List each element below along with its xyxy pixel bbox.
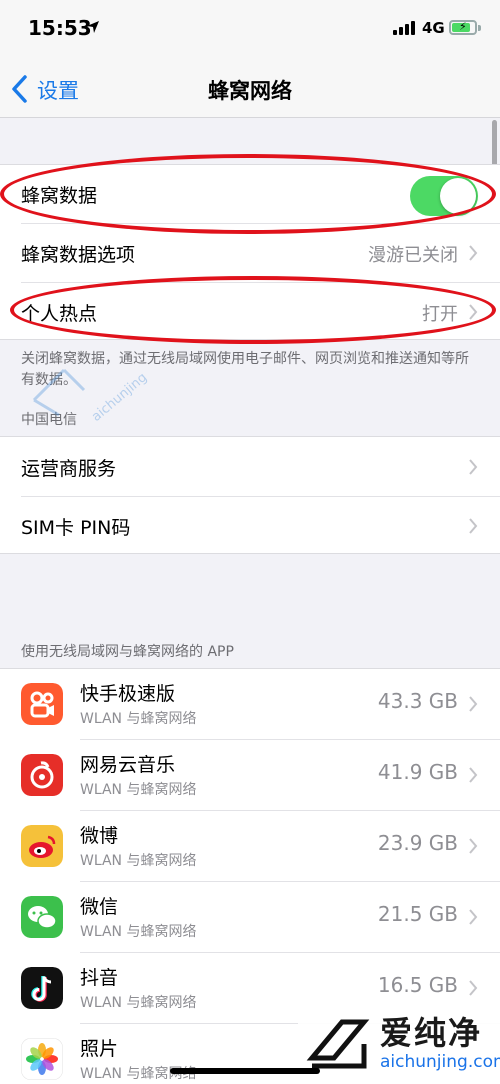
app-row-kuaishou[interactable]: 快手极速版 WLAN 与蜂窝网络 43.3 GB <box>0 669 500 739</box>
netease-music-icon <box>21 754 63 796</box>
sim-pin-label: SIM卡 PIN码 <box>21 517 131 539</box>
watermark-brand-name: 爱纯净 <box>380 1014 483 1052</box>
wechat-icon <box>21 896 63 938</box>
app-data-usage: 41.9 GB <box>377 760 458 784</box>
app-row-wechat[interactable]: 微信 WLAN 与蜂窝网络 21.5 GB <box>0 882 500 952</box>
chevron-right-icon <box>469 767 478 783</box>
battery-tip <box>478 25 481 31</box>
app-network-type: WLAN 与蜂窝网络 <box>80 924 197 940</box>
douyin-icon <box>21 967 63 1009</box>
app-network-type: WLAN 与蜂窝网络 <box>80 782 197 798</box>
app-name: 抖音 <box>80 967 119 989</box>
chevron-right-icon <box>469 909 478 925</box>
cellular-options-value: 漫游已关闭 <box>368 245 458 266</box>
kuaishou-icon <box>21 683 63 725</box>
sim-pin-row[interactable]: SIM卡 PIN码 <box>0 497 500 555</box>
watermark-logo-icon <box>32 368 86 417</box>
app-network-type: WLAN 与蜂窝网络 <box>80 853 197 869</box>
chevron-right-icon <box>469 838 478 854</box>
cellular-options-label: 蜂窝数据选项 <box>21 244 136 266</box>
battery-icon: ⚡ <box>449 20 477 35</box>
app-data-usage: 43.3 GB <box>377 689 458 713</box>
signal-strength-icon <box>393 21 417 35</box>
app-data-usage: 23.9 GB <box>377 831 458 855</box>
app-network-type: WLAN 与蜂窝网络 <box>80 711 197 727</box>
chevron-right-icon <box>469 518 478 534</box>
chevron-right-icon <box>469 696 478 712</box>
nav-bar: 设置 蜂窝网络 <box>0 60 500 118</box>
carrier-services-row[interactable]: 运营商服务 <box>0 438 500 496</box>
weibo-icon <box>21 825 63 867</box>
apps-section-header: 使用无线局域网与蜂窝网络的 APP <box>21 644 234 660</box>
watermark-brand: 爱纯净 aichunjing.com <box>298 1000 500 1084</box>
app-network-type: WLAN 与蜂窝网络 <box>80 995 197 1011</box>
carrier-services-label: 运营商服务 <box>21 458 117 480</box>
annotation-oval-cellular-data <box>0 154 496 234</box>
chevron-right-icon <box>469 980 478 996</box>
app-row-weibo[interactable]: 微博 WLAN 与蜂窝网络 23.9 GB <box>0 811 500 881</box>
location-arrow-icon <box>87 21 99 33</box>
watermark-brand-url: aichunjing.com <box>380 1052 500 1072</box>
watermark-logo: aichunjing <box>24 340 164 440</box>
photos-icon <box>21 1038 63 1080</box>
chevron-right-icon <box>469 245 478 261</box>
carrier-group: 运营商服务 SIM卡 PIN码 <box>0 436 500 554</box>
app-name: 照片 <box>80 1038 119 1060</box>
chevron-right-icon <box>469 459 478 475</box>
page-title: 蜂窝网络 <box>208 79 292 103</box>
app-data-usage: 21.5 GB <box>377 902 458 926</box>
annotation-oval-hotspot <box>10 276 496 344</box>
app-row-netease-music[interactable]: 网易云音乐 WLAN 与蜂窝网络 41.9 GB <box>0 740 500 810</box>
network-type: 4G <box>422 19 445 37</box>
app-name: 微信 <box>80 896 119 918</box>
status-bar: 15:53 4G ⚡ <box>0 0 500 60</box>
app-name: 快手极速版 <box>80 683 176 705</box>
app-data-usage: 16.5 GB <box>377 973 458 997</box>
app-name: 微博 <box>80 825 119 847</box>
status-time: 15:53 <box>28 16 92 40</box>
app-name: 网易云音乐 <box>80 754 176 776</box>
home-indicator[interactable] <box>170 1068 320 1074</box>
